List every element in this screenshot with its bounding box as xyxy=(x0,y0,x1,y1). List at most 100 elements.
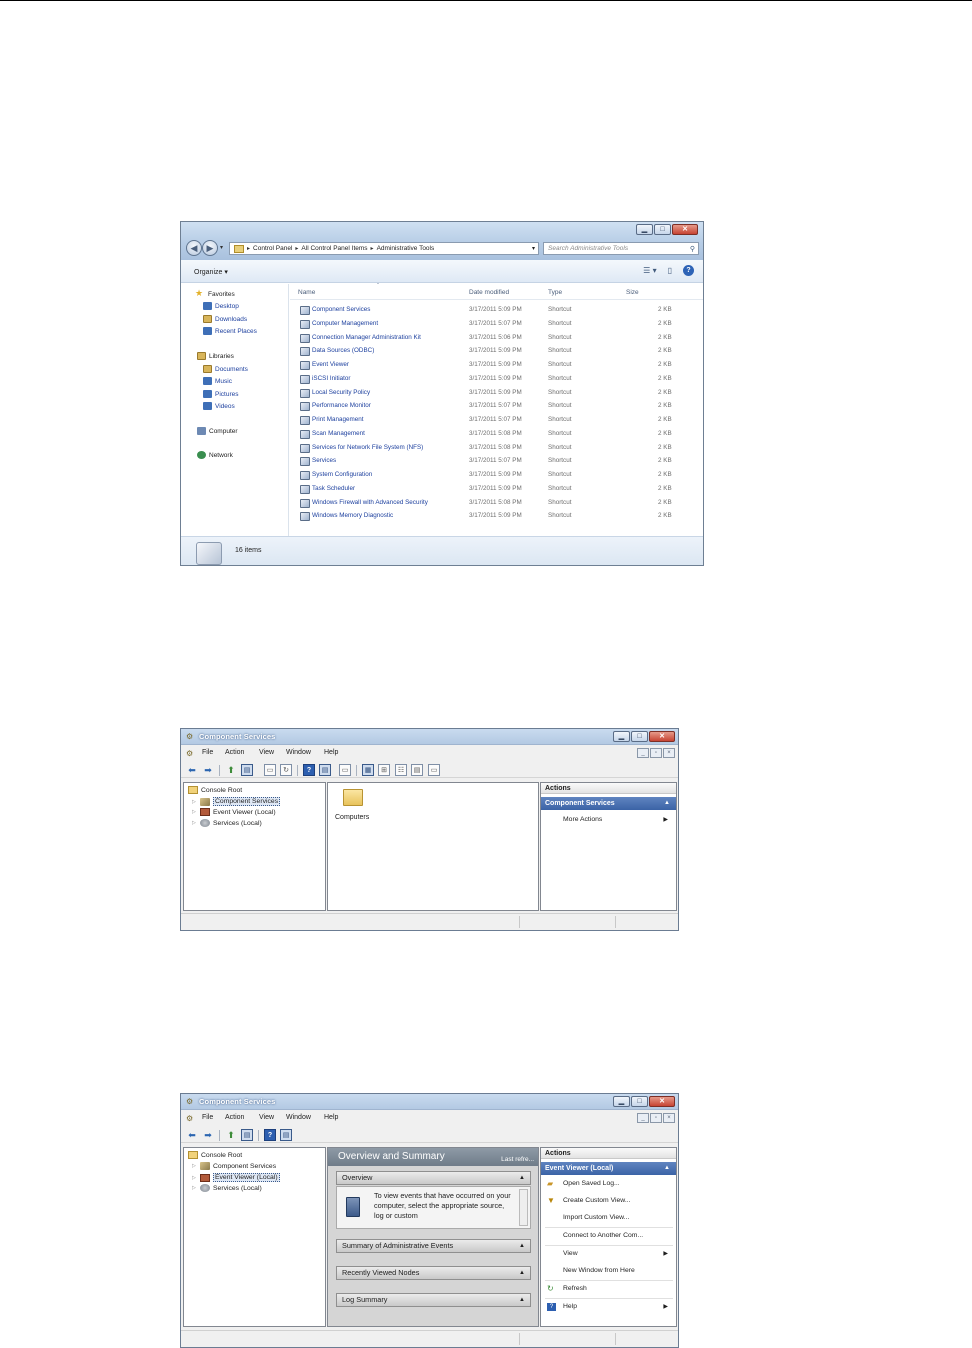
child-close-button[interactable]: × xyxy=(663,748,675,758)
up-level-icon[interactable]: ⬆ xyxy=(225,764,237,776)
action-refresh[interactable]: ↻ Refresh xyxy=(541,1282,676,1296)
file-row[interactable]: Windows Firewall with Advanced Security 3… xyxy=(290,497,703,511)
menu-help[interactable]: Help xyxy=(324,749,338,756)
expand-arrow-icon[interactable]: ▷ xyxy=(192,1163,197,1169)
tree-item-event-viewer[interactable]: ▷ Event Viewer (Local) xyxy=(192,1173,280,1182)
menu-help[interactable]: Help xyxy=(324,1114,338,1121)
action-view[interactable]: View ▶ xyxy=(541,1247,676,1261)
file-row[interactable]: Data Sources (ODBC) 3/17/2011 5:09 PM Shor… xyxy=(290,345,703,359)
show-action-pane-icon[interactable]: ▤ xyxy=(319,764,331,776)
collapse-caret-icon[interactable]: ▲ xyxy=(519,1172,525,1184)
expand-arrow-icon[interactable]: ▷ xyxy=(192,1185,197,1191)
nav-recent-places[interactable]: Recent Places xyxy=(203,327,257,335)
up-level-icon[interactable]: ⬆ xyxy=(225,1129,237,1141)
nav-videos[interactable]: Videos xyxy=(203,402,235,410)
close-button[interactable]: ✕ xyxy=(672,224,698,235)
file-row[interactable]: Connection Manager Administration Kit 3/1… xyxy=(290,332,703,346)
organize-button[interactable]: Organize ▾ xyxy=(194,268,228,276)
file-row[interactable]: Task Scheduler 3/17/2011 5:09 PM Shortcut 2… xyxy=(290,483,703,497)
chevron-right-icon[interactable]: ▸ xyxy=(295,245,298,252)
nav-documents[interactable]: Documents xyxy=(203,365,248,373)
console-icon[interactable]: ⚙ xyxy=(186,749,196,758)
action-open-saved-log[interactable]: ▰ Open Saved Log... xyxy=(541,1177,676,1191)
nav-computer[interactable]: Computer xyxy=(197,427,238,435)
export-list-icon[interactable]: ▭ xyxy=(339,764,351,776)
action-help[interactable]: ? Help ▶ xyxy=(541,1300,676,1314)
nav-pictures[interactable]: Pictures xyxy=(203,390,238,398)
actions-section-header[interactable]: Event Viewer (Local) ▲ xyxy=(541,1162,676,1175)
section-recently-viewed-nodes[interactable]: Recently Viewed Nodes ▲ xyxy=(336,1266,531,1280)
file-row[interactable]: Local Security Policy 3/17/2011 5:09 PM Sh… xyxy=(290,387,703,401)
filter-view-icon[interactable]: ▭ xyxy=(428,764,440,776)
preview-pane-icon[interactable]: ▯ xyxy=(668,266,672,275)
address-bar[interactable]: ▸ Control Panel ▸ All Control Panel Item… xyxy=(229,242,539,255)
section-summary-admin-events[interactable]: Summary of Administrative Events ▲ xyxy=(336,1239,531,1253)
maximize-button[interactable]: □ xyxy=(654,224,671,235)
file-row[interactable]: iSCSI Initiator 3/17/2011 5:09 PM Shortcut… xyxy=(290,373,703,387)
list-view-icon[interactable]: ☷ xyxy=(395,764,407,776)
menu-window[interactable]: Window xyxy=(286,749,311,756)
back-arrow-icon[interactable]: ⬅ xyxy=(186,764,198,776)
file-row[interactable]: Print Management 3/17/2011 5:07 PM Shortcu… xyxy=(290,414,703,428)
menu-file[interactable]: File xyxy=(202,749,213,756)
menu-action[interactable]: Action xyxy=(225,1114,244,1121)
tree-item-event-viewer[interactable]: ▷ Event Viewer (Local) xyxy=(192,808,276,816)
file-row[interactable]: Services for Network File System (NFS) 3/… xyxy=(290,442,703,456)
tree-item-console-root[interactable]: Console Root xyxy=(188,786,242,794)
expand-arrow-icon[interactable]: ▷ xyxy=(192,820,197,826)
child-restore-button[interactable]: ▫ xyxy=(650,748,662,758)
file-row[interactable]: Services 3/17/2011 5:07 PM Shortcut 2 KB xyxy=(290,455,703,469)
file-row[interactable]: System Configuration 3/17/2011 5:09 PM Sho… xyxy=(290,469,703,483)
menu-view[interactable]: View xyxy=(259,749,274,756)
chevron-right-icon[interactable]: ▸ xyxy=(247,245,250,252)
nav-downloads[interactable]: Downloads xyxy=(203,315,247,323)
child-minimize-button[interactable]: _ xyxy=(637,1113,649,1123)
search-input[interactable]: Search Administrative Tools ⚲ xyxy=(543,242,699,255)
search-icon[interactable]: ⚲ xyxy=(690,244,695,255)
show-hide-tree-icon[interactable]: ▤ xyxy=(241,764,253,776)
tree-item-services[interactable]: ▷ Services (Local) xyxy=(192,1184,262,1192)
section-log-summary[interactable]: Log Summary ▲ xyxy=(336,1293,531,1307)
tree-item-component-services[interactable]: ▷ Component Services xyxy=(192,797,281,806)
minimize-button[interactable]: ▁ xyxy=(636,224,653,235)
file-row[interactable]: Event Viewer 3/17/2011 5:09 PM Shortcut 2 K… xyxy=(290,359,703,373)
maximize-button[interactable]: □ xyxy=(631,1096,648,1107)
collapse-caret-icon[interactable]: ▲ xyxy=(519,1294,525,1306)
view-options-icon[interactable]: ☰ ▾ xyxy=(643,266,656,275)
action-import-custom-view[interactable]: Import Custom View... xyxy=(541,1211,676,1225)
file-row[interactable]: Computer Management 3/17/2011 5:07 PM Shor… xyxy=(290,318,703,332)
column-header-name[interactable]: Name xyxy=(298,289,315,296)
action-new-window[interactable]: New Window from Here xyxy=(541,1264,676,1278)
minimize-button[interactable]: ▁ xyxy=(613,1096,630,1107)
child-close-button[interactable]: × xyxy=(663,1113,675,1123)
child-restore-button[interactable]: ▫ xyxy=(650,1113,662,1123)
forward-arrow-icon[interactable]: ➡ xyxy=(202,764,214,776)
show-hide-tree-icon[interactable]: ▤ xyxy=(241,1129,253,1141)
tree-item-component-services[interactable]: ▷ Component Services xyxy=(192,1162,276,1170)
back-button[interactable]: ◀ xyxy=(186,240,202,256)
collapse-caret-icon[interactable]: ▲ xyxy=(519,1267,525,1279)
nav-network[interactable]: Network xyxy=(197,451,233,459)
console-icon[interactable]: ⚙ xyxy=(186,1114,196,1123)
action-more-actions[interactable]: More Actions ▶ xyxy=(541,813,676,827)
nav-favorites[interactable]: ★ Favorites xyxy=(195,289,235,299)
small-icons-view-icon[interactable]: ⊞ xyxy=(378,764,390,776)
maximize-button[interactable]: □ xyxy=(631,731,648,742)
help-icon[interactable]: ? xyxy=(264,1129,276,1141)
menu-view[interactable]: View xyxy=(259,1114,274,1121)
nav-music[interactable]: Music xyxy=(203,377,232,385)
properties-icon[interactable]: ▭ xyxy=(264,764,276,776)
expand-arrow-icon[interactable]: ▷ xyxy=(192,799,197,805)
minimize-button[interactable]: ▁ xyxy=(613,731,630,742)
nav-desktop[interactable]: Desktop xyxy=(203,302,239,310)
menu-file[interactable]: File xyxy=(202,1114,213,1121)
address-dropdown-icon[interactable]: ▾ xyxy=(532,245,535,252)
forward-arrow-icon[interactable]: ➡ xyxy=(202,1129,214,1141)
back-arrow-icon[interactable]: ⬅ xyxy=(186,1129,198,1141)
help-icon[interactable]: ? xyxy=(683,265,694,276)
action-connect-another-computer[interactable]: Connect to Another Com... xyxy=(541,1229,676,1243)
tree-item-console-root[interactable]: Console Root xyxy=(188,1151,242,1159)
recent-pages-dropdown-icon[interactable]: ▾ xyxy=(220,240,223,256)
file-row[interactable]: Scan Management 3/17/2011 5:08 PM Shortcut… xyxy=(290,428,703,442)
action-create-custom-view[interactable]: ▼ Create Custom View... xyxy=(541,1194,676,1208)
